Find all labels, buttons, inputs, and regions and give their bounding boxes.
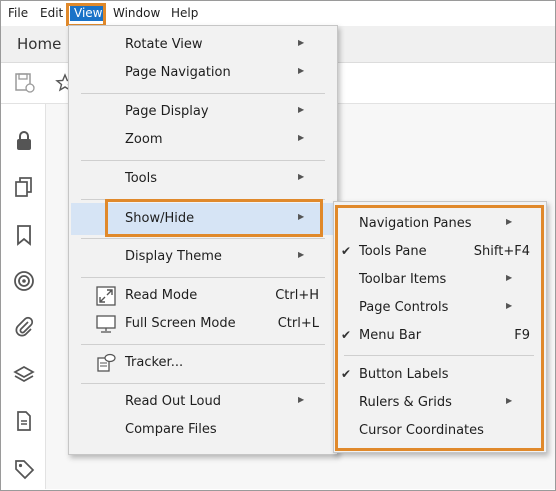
bookmark-icon[interactable] — [13, 224, 35, 246]
submenu-arrow-icon: ▶ — [298, 250, 305, 259]
menu-item-zoom[interactable]: Zoom ▶ — [69, 127, 337, 153]
menu-separator — [81, 383, 325, 384]
submenu-arrow-icon: ▶ — [298, 38, 305, 47]
menu-item-label: Zoom — [125, 132, 163, 147]
menu-separator — [81, 344, 325, 345]
menu-item-label: Read Out Loud — [125, 394, 221, 409]
full-screen-icon — [96, 314, 116, 334]
menu-window[interactable]: Window — [113, 6, 160, 20]
menu-item-label: Tools — [125, 171, 158, 186]
menu-separator — [81, 93, 325, 94]
menu-item-label: Page Display — [125, 104, 209, 119]
menu-item-label: Full Screen Mode — [125, 316, 236, 331]
menu-item-tools[interactable]: Tools ▶ — [69, 166, 337, 192]
submenu-arrow-icon: ▶ — [298, 66, 305, 75]
tab-home[interactable]: Home — [17, 35, 61, 53]
layers-icon[interactable] — [13, 364, 35, 386]
menu-help[interactable]: Help — [171, 6, 198, 20]
read-mode-icon — [96, 286, 116, 306]
target-icon[interactable] — [13, 270, 35, 292]
menu-item-display-theme[interactable]: Display Theme ▶ — [69, 244, 337, 270]
menu-separator — [81, 277, 325, 278]
lock-icon[interactable] — [13, 130, 35, 152]
menu-edit[interactable]: Edit — [40, 6, 63, 20]
menu-separator — [81, 160, 325, 161]
menu-file[interactable]: File — [8, 6, 28, 20]
menu-item-compare-files[interactable]: Compare Files — [69, 417, 337, 443]
menu-item-full-screen-mode[interactable]: Full Screen Mode Ctrl+L — [69, 311, 337, 337]
menu-item-tracker[interactable]: Tracker... — [69, 350, 337, 376]
show-hide-highlight — [105, 199, 323, 237]
document-icon[interactable] — [13, 410, 35, 432]
left-nav-rail — [1, 104, 46, 489]
menu-separator — [81, 238, 325, 239]
submenu-arrow-icon: ▶ — [298, 133, 305, 142]
menu-item-label: Compare Files — [125, 422, 217, 437]
shortcut-label: Ctrl+H — [275, 288, 319, 303]
view-menu: Rotate View ▶ Page Navigation ▶ Page Dis… — [68, 25, 338, 455]
view-menu-highlight — [66, 3, 106, 27]
paperclip-icon[interactable] — [13, 316, 35, 338]
menu-item-page-navigation[interactable]: Page Navigation ▶ — [69, 60, 337, 86]
menu-item-page-display[interactable]: Page Display ▶ — [69, 99, 337, 125]
menu-item-label: Page Navigation — [125, 65, 231, 80]
shortcut-label: Ctrl+L — [277, 316, 319, 331]
submenu-arrow-icon: ▶ — [298, 172, 305, 181]
menu-item-read-out-loud[interactable]: Read Out Loud ▶ — [69, 389, 337, 415]
pages-icon[interactable] — [13, 176, 35, 198]
menu-item-label: Display Theme — [125, 249, 222, 264]
submenu-arrow-icon: ▶ — [298, 105, 305, 114]
submenu-arrow-icon: ▶ — [298, 395, 305, 404]
submenu-highlight — [335, 205, 544, 451]
menu-item-read-mode[interactable]: Read Mode Ctrl+H — [69, 283, 337, 309]
tracker-icon — [96, 353, 116, 373]
menu-item-label: Read Mode — [125, 288, 198, 303]
menu-item-rotate-view[interactable]: Rotate View ▶ — [69, 32, 337, 58]
tag-icon[interactable] — [13, 458, 35, 480]
menu-item-label: Rotate View — [125, 37, 203, 52]
save-cloud-icon[interactable] — [13, 71, 37, 95]
menu-item-label: Tracker... — [125, 355, 184, 370]
